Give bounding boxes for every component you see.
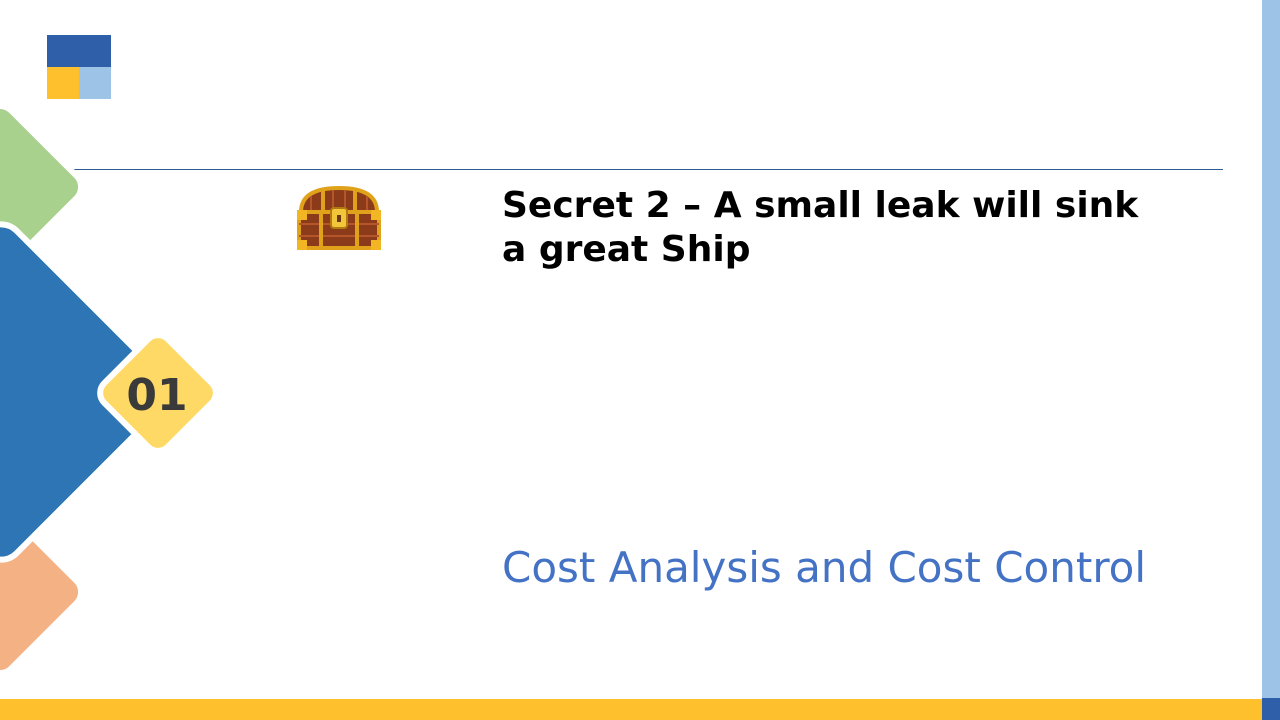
right-edge-stripe bbox=[1262, 0, 1280, 720]
diamond-decoration: 01 bbox=[0, 102, 219, 677]
slide: 01 Secret 2 – A small leak will sink a g… bbox=[0, 0, 1280, 720]
slide-subtitle: Cost Analysis and Cost Control bbox=[502, 543, 1147, 592]
bottom-band bbox=[0, 699, 1262, 720]
slide-title: Secret 2 – A small leak will sink a grea… bbox=[502, 185, 1139, 270]
right-edge-corner bbox=[1262, 698, 1280, 720]
treasure-chest-icon bbox=[297, 185, 381, 250]
number-badge-label: 01 bbox=[126, 370, 187, 421]
